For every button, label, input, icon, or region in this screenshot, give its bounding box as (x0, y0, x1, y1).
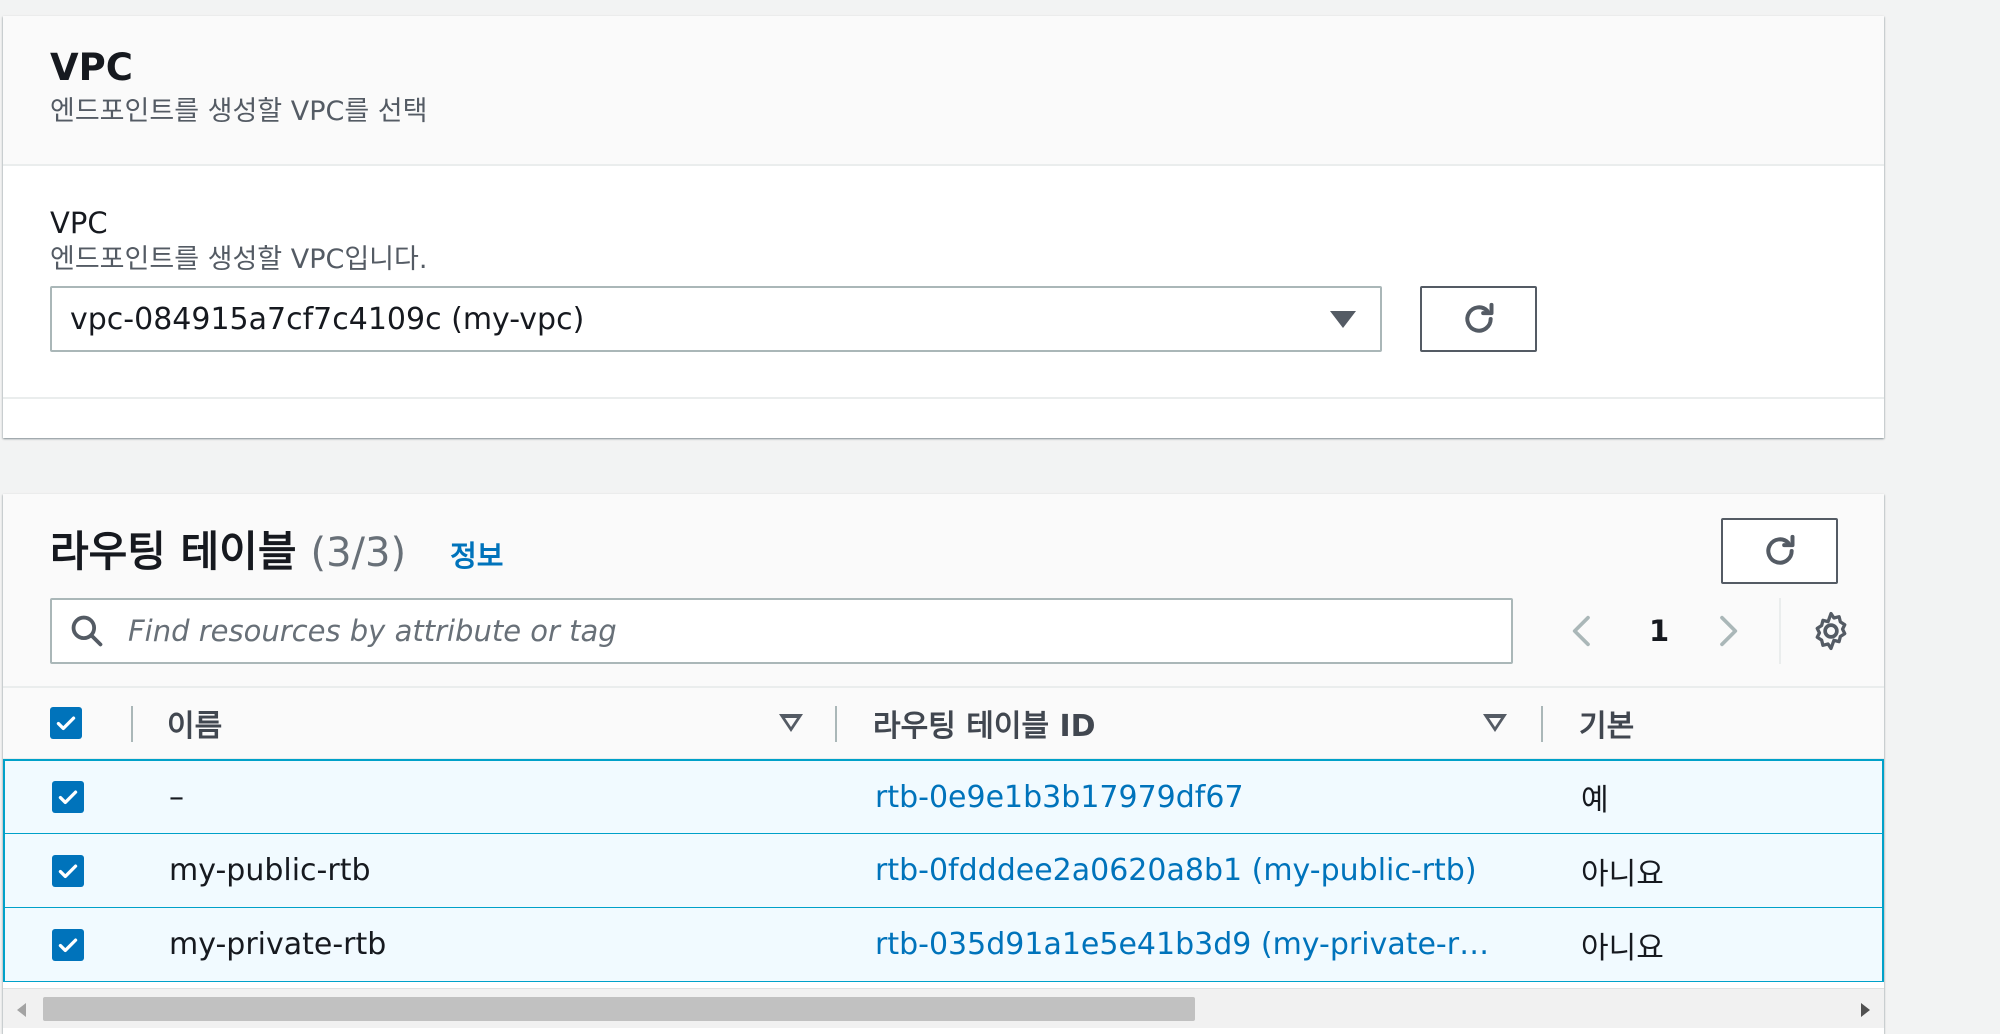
scroll-left-arrow-icon[interactable] (17, 1003, 26, 1017)
row-checkbox[interactable] (52, 781, 84, 813)
route-tables-title: 라우팅 테이블 (50, 527, 297, 576)
row-checkbox[interactable] (52, 928, 84, 961)
vpc-field-description: 엔드포인트를 생성할 VPC입니다. (50, 244, 428, 275)
table-row[interactable]: my-private-rtb rtb-035d91a1e5e41b3d9 (my… (3, 907, 1884, 982)
row-select-cell (52, 854, 88, 887)
pagination-divider (1779, 598, 1782, 664)
refresh-icon (1765, 534, 1794, 565)
row-route-table-id-link[interactable]: rtb-0e9e1b3b17979df67 (875, 780, 1244, 815)
route-tables-table: 이름 라우팅 테이블 ID 기본 – rtb-0e9e1b3b17979df67… (3, 688, 1884, 982)
checkmark-icon (58, 864, 78, 878)
column-divider (131, 706, 133, 742)
pagination: 1 (1563, 598, 1853, 664)
gear-icon (1815, 611, 1847, 651)
row-main: 예 (1581, 783, 1609, 818)
previous-page-button[interactable] (1563, 611, 1603, 651)
vpc-refresh-button[interactable] (1420, 286, 1537, 352)
checkmark-icon (58, 790, 78, 805)
sort-caret-icon[interactable] (779, 714, 803, 732)
column-header-route-table-id[interactable]: 라우팅 테이블 ID (873, 701, 1096, 745)
row-main: 아니요 (1581, 856, 1664, 892)
column-divider[interactable] (1541, 706, 1543, 742)
search-box (50, 598, 1513, 664)
row-select-cell (52, 928, 88, 961)
chevron-right-icon (1720, 615, 1738, 647)
vpc-field-row: vpc-084915a7cf7c4109c (my-vpc) (50, 286, 1837, 352)
table-header: 이름 라우팅 테이블 ID 기본 (3, 688, 1884, 760)
search-icon (71, 615, 103, 647)
column-header-name[interactable]: 이름 (167, 701, 222, 745)
vpc-field-label: VPC (50, 206, 108, 240)
select-all-checkbox[interactable] (50, 707, 82, 739)
checkmark-icon (58, 938, 78, 952)
vpc-select-value: vpc-084915a7cf7c4109c (my-vpc) (70, 301, 585, 337)
column-header-main[interactable]: 기본 (1579, 701, 1634, 745)
row-route-table-id-link[interactable]: rtb-035d91a1e5e41b3d9 (my-private-r… (875, 927, 1489, 962)
route-tables-refresh-button[interactable] (1721, 518, 1838, 584)
info-link[interactable]: 정보 (450, 533, 503, 575)
preferences-button[interactable] (1809, 609, 1853, 653)
checkmark-icon (56, 716, 76, 731)
refresh-icon (1464, 302, 1493, 333)
row-checkbox[interactable] (52, 854, 84, 887)
next-page-button[interactable] (1707, 611, 1747, 651)
table-body: – rtb-0e9e1b3b17979df67 예 my-public-rtb … (3, 759, 1884, 982)
chevron-left-icon (1572, 615, 1590, 647)
route-tables-count: (3/3) (310, 530, 407, 576)
row-name: my-private-rtb (169, 927, 387, 962)
row-route-table-id-link[interactable]: rtb-0fdddee2a0620a8b1 (my-public-rtb) (875, 853, 1477, 888)
table-row[interactable]: my-public-rtb rtb-0fdddee2a0620a8b1 (my-… (3, 833, 1884, 908)
row-main: 아니요 (1581, 930, 1664, 966)
column-divider[interactable] (835, 706, 837, 742)
route-tables-panel: 라우팅 테이블 (3/3) 정보 1 (3, 494, 1884, 1034)
vpc-select[interactable]: vpc-084915a7cf7c4109c (my-vpc) (50, 286, 1382, 352)
vpc-section-description: 엔드포인트를 생성할 VPC를 선택 (50, 96, 428, 127)
select-all-cell (50, 707, 86, 739)
vpc-panel: VPC 엔드포인트를 생성할 VPC를 선택 VPC 엔드포인트를 생성할 VP… (3, 16, 1884, 438)
horizontal-scrollbar[interactable] (3, 988, 1884, 1028)
route-tables-header: 라우팅 테이블 (3/3) 정보 1 (3, 494, 1884, 688)
vpc-panel-header: VPC 엔드포인트를 생성할 VPC를 선택 (3, 16, 1884, 166)
vpc-section-title: VPC (50, 46, 133, 89)
route-tables-title-row: 라우팅 테이블 (3/3) 정보 (50, 518, 503, 579)
row-name: – (169, 779, 184, 815)
scroll-right-arrow-icon[interactable] (1861, 1003, 1870, 1017)
sort-caret-icon[interactable] (1483, 714, 1507, 732)
table-row[interactable]: – rtb-0e9e1b3b17979df67 예 (3, 759, 1884, 834)
row-select-cell (52, 781, 88, 813)
page-number[interactable]: 1 (1649, 614, 1669, 648)
vpc-panel-body: VPC 엔드포인트를 생성할 VPC입니다. vpc-084915a7cf7c4… (3, 166, 1884, 399)
row-name: my-public-rtb (169, 853, 371, 888)
search-input[interactable] (128, 614, 1478, 648)
scrollbar-thumb[interactable] (43, 997, 1195, 1021)
caret-down-icon (1330, 311, 1356, 328)
